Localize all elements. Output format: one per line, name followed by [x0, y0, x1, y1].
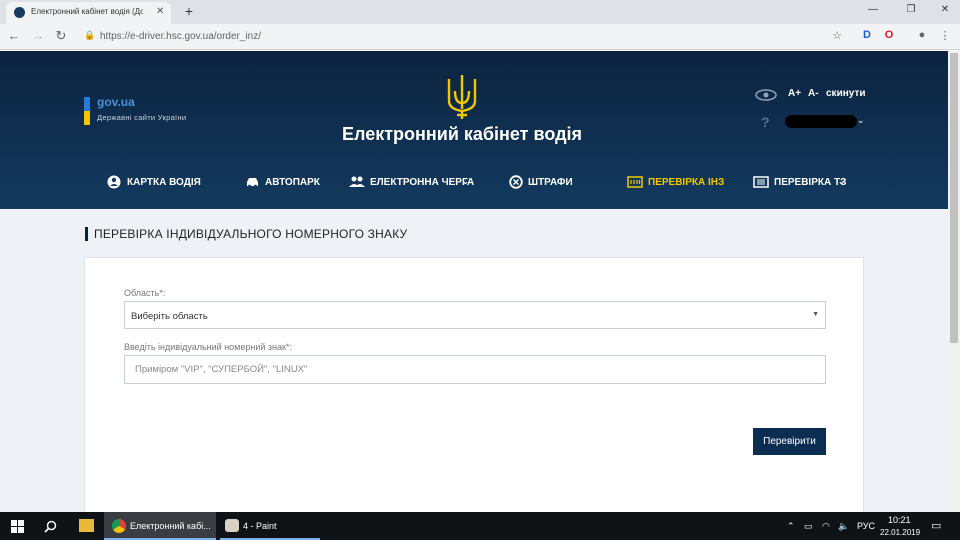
font-increase-button[interactable]: A+ [788, 88, 801, 99]
region-label: Область*: [124, 288, 166, 298]
nav-label: ЕЛЕКТРОННА ЧЕРГА [370, 177, 475, 188]
back-icon[interactable]: ← [6, 28, 22, 43]
region-select-value: Виберіть область [131, 311, 208, 322]
gov-logo-flag [84, 97, 90, 125]
browser-tab[interactable]: Електронний кабінет водія (Дос ✕ [6, 2, 171, 24]
user-name-redacted[interactable] [785, 115, 857, 128]
scrollbar-thumb[interactable] [950, 53, 958, 343]
windows-start-icon[interactable] [11, 520, 24, 533]
new-tab-button[interactable]: + [180, 4, 198, 20]
address-bar[interactable]: 🔒 https://e-driver.hsc.gov.ua/order_inz/ [80, 27, 850, 46]
trident-icon [447, 75, 477, 119]
gov-subtitle: Державні сайти України [97, 113, 187, 122]
menu-icon[interactable]: ⋮ [938, 29, 952, 42]
restore-icon[interactable]: ❐ [904, 4, 918, 15]
search-icon[interactable] [44, 520, 57, 533]
site-title: Електронний кабінет водія [341, 124, 583, 144]
section-title-marker [85, 227, 88, 241]
taskbar-chrome-label: Електронний кабі... [130, 521, 211, 531]
wifi-icon[interactable]: ◠ [822, 521, 830, 532]
plate-label: Введіть індивідуальний номерний знак*: [124, 342, 292, 352]
volume-icon[interactable]: 🔈 [838, 521, 849, 532]
chrome-icon [112, 519, 126, 533]
language-indicator[interactable]: РУС [857, 521, 875, 531]
low-vision-eye-icon[interactable] [755, 89, 777, 101]
page-scrollbar[interactable] [948, 51, 960, 512]
paint-icon [225, 519, 239, 532]
plate-input[interactable] [124, 355, 826, 384]
nav-label: КАРТКА ВОДІЯ [127, 177, 201, 188]
clock-time[interactable]: 10:21 [888, 515, 911, 525]
nav-label: ПЕРЕВІРКА ІНЗ [648, 177, 725, 188]
browser-tab-bar: Електронний кабінет водія (Дос ✕ + — ❐ ✕ [0, 0, 960, 24]
font-decrease-button[interactable]: A- [808, 88, 819, 99]
opera-icon[interactable]: O [882, 29, 896, 41]
check-button[interactable]: Перевірити [753, 428, 826, 455]
chevron-down-icon: ⌄ [462, 177, 469, 186]
font-reset-button[interactable]: скинути [826, 88, 865, 99]
chevron-down-icon[interactable]: ⌄ [857, 115, 865, 126]
plate-icon [627, 176, 643, 188]
tray-expand-icon[interactable]: ⌃ [787, 521, 795, 532]
main-content: ПЕРЕВІРКА ІНДИВІДУАЛЬНОГО НОМЕРНОГО ЗНАК… [0, 209, 948, 517]
document-icon [753, 176, 769, 188]
page-title: ПЕРЕВІРКА ІНДИВІДУАЛЬНОГО НОМЕРНОГО ЗНАК… [94, 227, 408, 241]
notifications-icon[interactable]: ▭ [931, 519, 941, 532]
people-icon [349, 176, 365, 187]
user-circle-icon [107, 175, 121, 189]
taskbar-paint[interactable]: 4 - Paint [220, 512, 320, 540]
minimize-icon[interactable]: — [866, 4, 880, 15]
help-icon[interactable]: ? [761, 114, 770, 130]
close-window-icon[interactable]: ✕ [938, 4, 952, 15]
browser-toolbar: ← → ↻ 🔒 https://e-driver.hsc.gov.ua/orde… [0, 24, 960, 50]
site-header: gov.ua Державні сайти України Електронни… [0, 51, 948, 209]
bookmark-star-icon[interactable]: ☆ [830, 29, 844, 42]
tab-title: Електронний кабінет водія (Дос [31, 7, 143, 16]
profile-avatar-icon[interactable]: ● [915, 29, 929, 41]
battery-icon[interactable]: ▭ [804, 521, 813, 532]
windows-taskbar: Електронний кабі... 4 - Paint ⌃ ▭ ◠ 🔈 РУ… [0, 512, 960, 540]
nav-label: ШТРАФИ [528, 177, 573, 188]
car-icon [247, 178, 258, 188]
gov-title[interactable]: gov.ua [97, 95, 135, 109]
chevron-down-icon: ⌄ [838, 177, 845, 186]
forward-icon[interactable]: → [30, 28, 46, 43]
reload-icon[interactable]: ↻ [53, 28, 69, 44]
lock-icon: 🔒 [84, 30, 96, 40]
favicon-icon [14, 7, 25, 18]
file-explorer-icon[interactable] [79, 519, 94, 532]
url-text: https://e-driver.hsc.gov.ua/order_inz/ [100, 31, 262, 42]
region-select[interactable]: Виберіть область ▼ [124, 301, 826, 329]
fines-icon [509, 175, 523, 189]
taskbar-paint-label: 4 - Paint [243, 521, 277, 531]
nav-label: ПЕРЕВІРКА ТЗ [774, 177, 847, 188]
taskbar-chrome[interactable]: Електронний кабі... [104, 512, 216, 540]
clock-date[interactable]: 22.01.2019 [880, 528, 920, 537]
extension-icon[interactable]: D [860, 29, 874, 41]
dropdown-arrow-icon: ▼ [812, 311, 819, 318]
plate-check-form: Область*: Виберіть область ▼ Введіть інд… [84, 257, 864, 517]
nav-label: АВТОПАРК [265, 177, 320, 188]
tab-close-icon[interactable]: ✕ [156, 6, 164, 17]
